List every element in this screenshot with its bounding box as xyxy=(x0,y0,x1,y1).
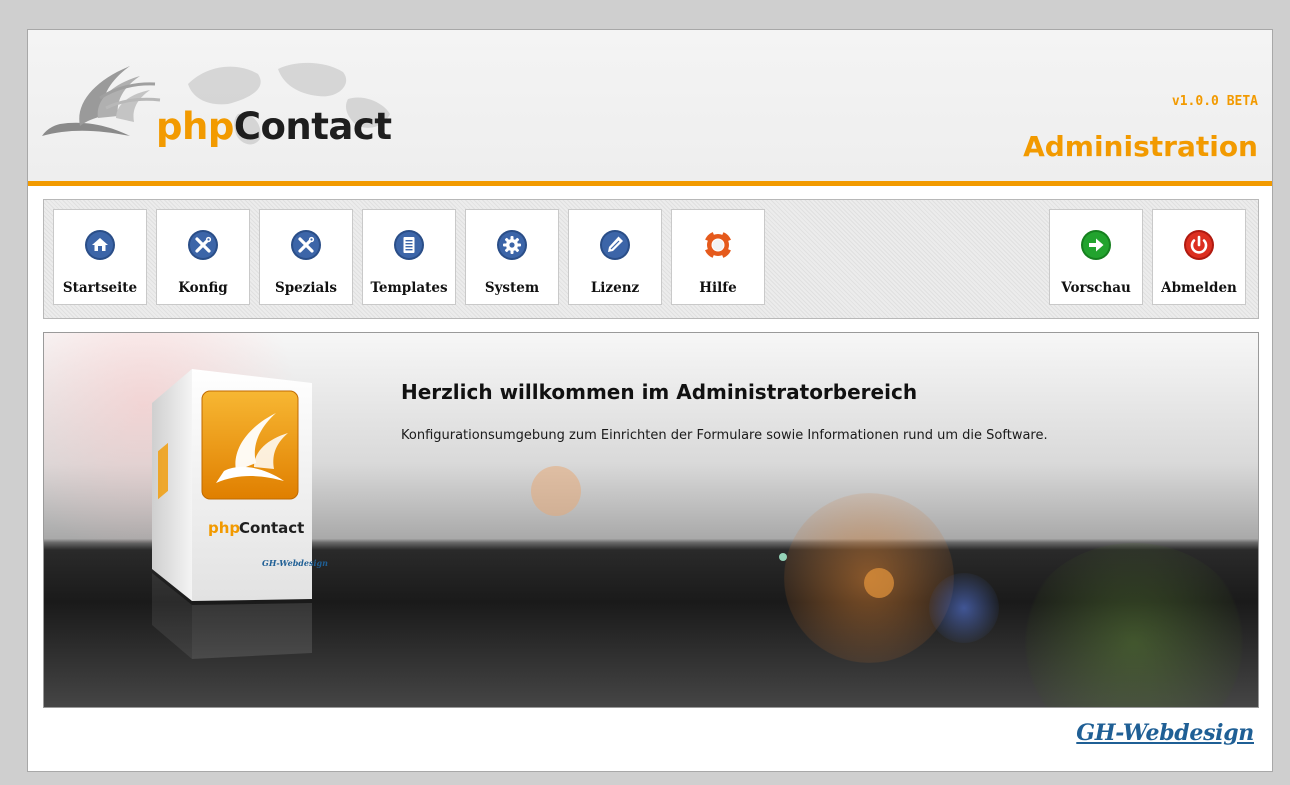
svg-text:php: php xyxy=(208,519,240,537)
nav-label: Lizenz xyxy=(590,280,640,296)
nav-label: System xyxy=(484,280,540,296)
product-box-image: php Contact GH-Webdesign xyxy=(152,369,328,659)
nav-label: Startseite xyxy=(62,280,138,296)
gear-icon xyxy=(497,230,527,260)
arrow-right-icon xyxy=(1081,230,1111,260)
pen-icon xyxy=(600,230,630,260)
svg-text:Contact: Contact xyxy=(239,519,304,537)
bokeh-light xyxy=(779,553,787,561)
welcome-title: Herzlich willkommen im Administratorbere… xyxy=(401,380,918,404)
bokeh-light xyxy=(929,573,999,643)
nav-startseite-button[interactable]: Startseite xyxy=(53,209,147,305)
footer-brand-logo[interactable]: GH-Webdesign xyxy=(1076,720,1254,746)
bokeh-light xyxy=(531,466,581,516)
bokeh-light xyxy=(864,568,894,598)
nav-hilfe-button[interactable]: Hilfe xyxy=(671,209,765,305)
svg-text:GH-Webdesign: GH-Webdesign xyxy=(262,558,328,568)
nav-konfig-button[interactable]: Konfig xyxy=(156,209,250,305)
footer-brand-text: GH-Webdesign xyxy=(1076,720,1254,746)
nav-label: Vorschau xyxy=(1061,280,1131,296)
welcome-banner: php Contact GH-Webdesign Herzlich willko… xyxy=(43,332,1259,708)
nav-label: Konfig xyxy=(178,280,228,296)
lifebuoy-icon xyxy=(702,229,734,261)
app-logo[interactable]: phpContact xyxy=(156,108,392,145)
nav-label: Hilfe xyxy=(699,280,737,296)
nav-templates-button[interactable]: Templates xyxy=(362,209,456,305)
preview-button[interactable]: Vorschau xyxy=(1049,209,1143,305)
logout-button[interactable]: Abmelden xyxy=(1152,209,1246,305)
home-icon xyxy=(85,230,115,260)
nav-system-button[interactable]: System xyxy=(465,209,559,305)
page-title: Administration xyxy=(1023,130,1258,163)
nav-label: Templates xyxy=(370,280,448,296)
power-icon xyxy=(1184,230,1214,260)
header: phpContact v1.0.0 BETA Administration xyxy=(28,30,1272,186)
logo-php-text: php xyxy=(156,105,234,148)
logo-contact-text: Contact xyxy=(233,105,392,148)
nav-label: Abmelden xyxy=(1161,280,1237,296)
document-icon xyxy=(394,230,424,260)
welcome-description: Konfigurationsumgebung zum Einrichten de… xyxy=(401,428,1048,443)
nav-lizenz-button[interactable]: Lizenz xyxy=(568,209,662,305)
bokeh-light xyxy=(1019,543,1249,707)
nav-label: Spezials xyxy=(274,280,338,296)
app-frame: phpContact v1.0.0 BETA Administration St… xyxy=(27,29,1273,772)
logo-wing-icon xyxy=(42,66,161,136)
main-toolbar: Startseite Konfig Spezials Templates Sys… xyxy=(43,199,1259,319)
tools-icon xyxy=(188,230,218,260)
nav-spezials-button[interactable]: Spezials xyxy=(259,209,353,305)
tools-icon xyxy=(291,230,321,260)
version-label: v1.0.0 BETA xyxy=(1171,94,1258,109)
